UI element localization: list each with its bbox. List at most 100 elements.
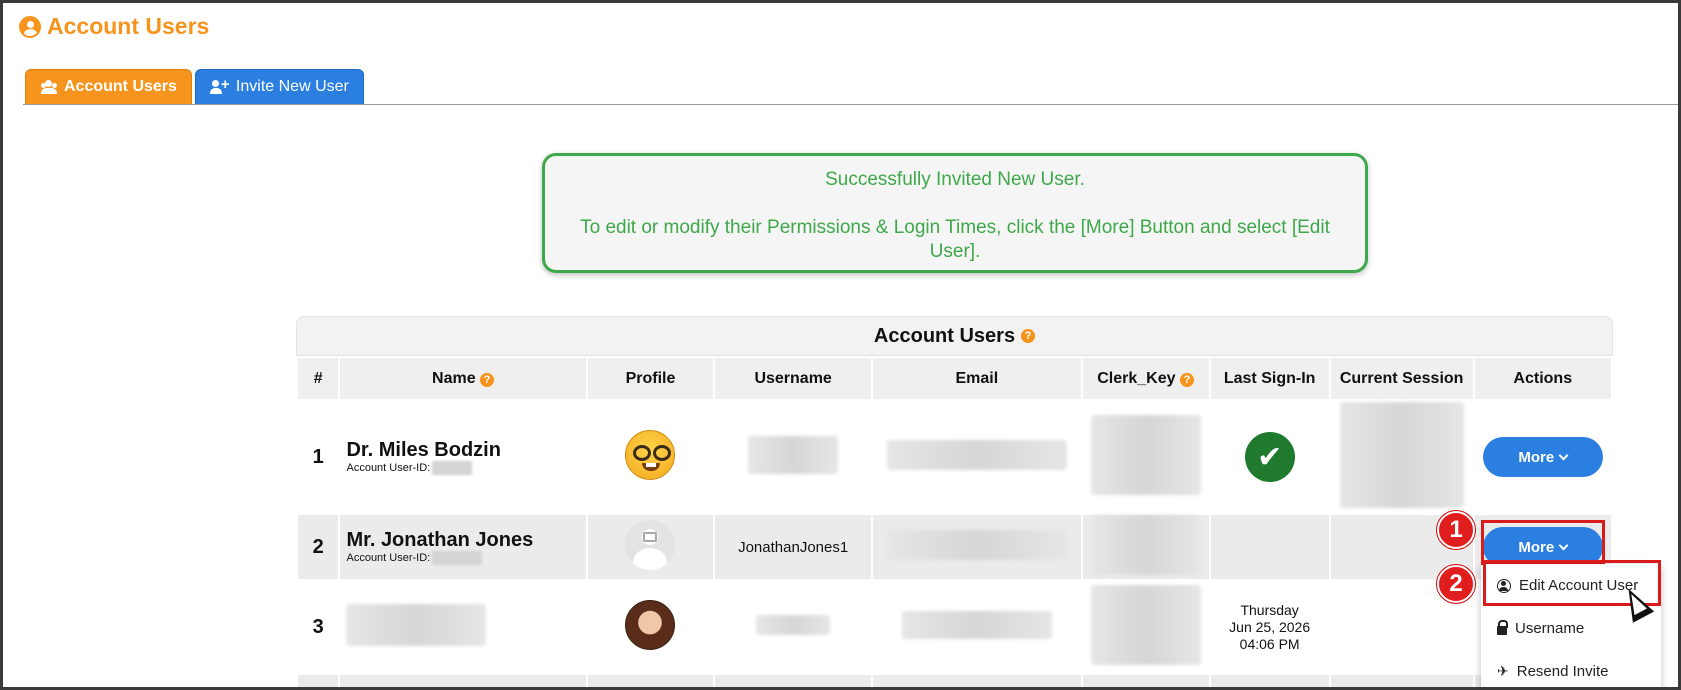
- redacted-clerk-key: [1090, 515, 1201, 575]
- more-button-label: More: [1518, 448, 1555, 466]
- row-name-cell: Dr. Miles Bodzin Account User-ID:: [340, 399, 586, 515]
- avatar-placeholder: [625, 520, 676, 570]
- table-row: 3 Thursday Jun 25, 2026 04:06 PM: [298, 579, 1611, 675]
- clerk-key-cell: [1082, 399, 1209, 515]
- tab-invite-new-user[interactable]: Invite New User: [194, 69, 364, 105]
- help-icon[interactable]: ?: [1179, 372, 1194, 387]
- current-session-cell: [1330, 675, 1473, 687]
- row-number: 2: [298, 515, 339, 579]
- lock-icon: [1497, 620, 1508, 635]
- row-number: [298, 675, 339, 687]
- table-row: [298, 675, 1611, 687]
- last-signin-date: Jun 25, 2026: [1229, 618, 1311, 635]
- redacted-username: [748, 436, 839, 474]
- tab-invite-new-user-label: Invite New User: [235, 78, 349, 95]
- col-header-name-text: Name: [432, 369, 476, 387]
- help-icon[interactable]: ?: [1021, 329, 1036, 343]
- user-photo-avatar: [625, 600, 676, 650]
- email-cell: [872, 675, 1081, 687]
- last-signin-day: Thursday: [1240, 601, 1299, 618]
- alert-line1: Successfully Invited New User.: [825, 169, 1085, 190]
- col-header-clerk-key: Clerk_Key ?: [1082, 358, 1209, 399]
- redacted-email: [886, 530, 1067, 560]
- table-caption-text: Account Users: [873, 324, 1016, 347]
- col-header-clerk-key-text: Clerk_Key: [1097, 369, 1176, 387]
- profile-cell: [587, 399, 714, 515]
- tabs-divider: [23, 104, 1678, 105]
- nerd-face-avatar-icon: [625, 430, 676, 480]
- last-signin-cell: [1210, 515, 1329, 579]
- redacted-name: [346, 604, 487, 646]
- page-title-text: Account Users: [47, 13, 210, 39]
- annotation-step-1-badge: 1: [1437, 511, 1475, 549]
- more-button[interactable]: More: [1482, 437, 1603, 477]
- check-circle-icon: ✔: [1244, 432, 1295, 482]
- col-header-username: Username: [715, 358, 871, 399]
- row-number: 3: [298, 579, 339, 675]
- clerk-key-cell: [1082, 579, 1209, 675]
- actions-cell: More: [1474, 399, 1611, 515]
- user-name: Mr. Jonathan Jones: [346, 529, 534, 551]
- last-signin-cell: ✔: [1210, 399, 1329, 515]
- paper-plane-icon: ✈: [1497, 663, 1509, 679]
- redacted-user-id: [432, 461, 473, 475]
- app-window: Account Users Account Users Invite New U…: [0, 0, 1681, 690]
- user-name: Dr. Miles Bodzin: [346, 439, 501, 461]
- profile-cell: [587, 515, 714, 579]
- username-cell: JonathanJones1: [715, 515, 871, 579]
- user-id-label-text: Account User-ID:: [346, 552, 431, 564]
- redacted-email: [886, 440, 1067, 470]
- email-cell: [872, 515, 1081, 579]
- tab-account-users-label: Account Users: [64, 78, 177, 95]
- table-row: 2 Mr. Jonathan Jones Account User-ID: Jo…: [298, 515, 1611, 579]
- current-session-cell: [1330, 399, 1473, 515]
- username-cell: [715, 675, 871, 687]
- help-icon[interactable]: ?: [480, 372, 495, 387]
- row-name-cell: [340, 579, 586, 675]
- menu-item-username-label: Username: [1515, 620, 1585, 637]
- redacted-user-id: [432, 551, 483, 565]
- menu-item-resend-invite[interactable]: ✈ Resend Invite: [1481, 650, 1661, 687]
- col-header-email: Email: [872, 358, 1081, 399]
- col-header-actions: Actions: [1474, 358, 1611, 399]
- user-circle-icon: [19, 15, 41, 38]
- row-number: 1: [298, 399, 339, 515]
- camera-icon: [643, 532, 658, 542]
- user-plus-icon: [209, 76, 230, 94]
- redacted-username: [756, 615, 831, 635]
- annotation-more-highlight: [1481, 520, 1605, 565]
- row-name-cell: [340, 675, 586, 687]
- col-header-num: #: [298, 358, 339, 399]
- last-signin-cell: [1210, 675, 1329, 687]
- annotation-step-2-badge: 2: [1437, 565, 1475, 603]
- col-header-last-signin: Last Sign-In: [1210, 358, 1329, 399]
- redacted-clerk-key: [1090, 415, 1201, 495]
- redacted-session: [1339, 402, 1464, 508]
- profile-cell: [587, 579, 714, 675]
- last-signin-cell: Thursday Jun 25, 2026 04:06 PM: [1210, 579, 1329, 675]
- table-row: 1 Dr. Miles Bodzin Account User-ID: ✔ Mo…: [298, 399, 1611, 515]
- col-header-name: Name ?: [340, 358, 586, 399]
- user-id-label-text: Account User-ID:: [346, 462, 431, 474]
- user-id-label: Account User-ID:: [346, 551, 585, 565]
- username-cell: [715, 399, 871, 515]
- users-icon: [40, 80, 58, 94]
- tab-account-users[interactable]: Account Users: [25, 69, 192, 105]
- username-cell: [715, 579, 871, 675]
- col-header-profile: Profile: [587, 358, 714, 399]
- redacted-clerk-key: [1090, 585, 1201, 665]
- row-name-cell: Mr. Jonathan Jones Account User-ID:: [340, 515, 586, 579]
- tab-bar: Account Users Invite New User: [25, 69, 364, 105]
- chevron-down-icon: [1558, 450, 1569, 460]
- success-alert: Successfully Invited New User. To edit o…: [542, 153, 1368, 273]
- menu-item-resend-invite-label: Resend Invite: [1516, 663, 1609, 680]
- col-header-current-session: Current Session: [1330, 358, 1473, 399]
- email-cell: [872, 579, 1081, 675]
- profile-cell: [587, 675, 714, 687]
- user-id-label: Account User-ID:: [346, 461, 585, 475]
- clerk-key-cell: [1082, 515, 1209, 579]
- table-caption: Account Users ?: [296, 316, 1613, 356]
- email-cell: [872, 399, 1081, 515]
- alert-line2: To edit or modify their Permissions & Lo…: [580, 217, 1330, 262]
- account-users-table: Account Users ? # Name ? Profile Usernam…: [296, 316, 1613, 687]
